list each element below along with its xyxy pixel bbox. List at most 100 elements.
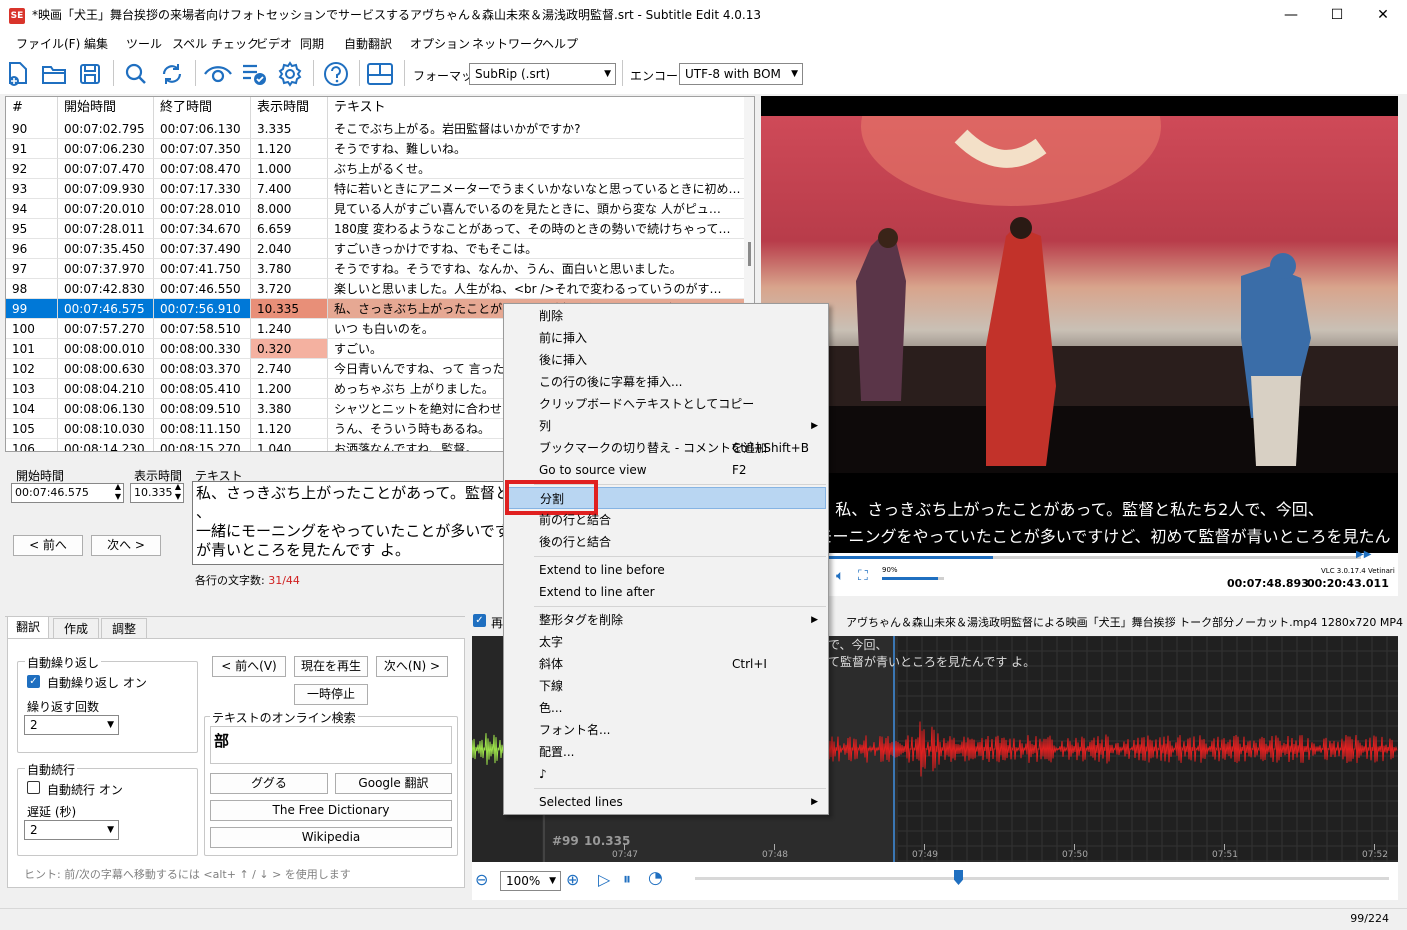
repeat-count-select[interactable]: 2 ▼ — [24, 715, 119, 735]
play-current-button[interactable]: 現在を再生 — [294, 656, 368, 677]
subtitle-text-editor[interactable]: 私、さっきぶち上がったことがあって。監督と私たち 、 一緒にモーニングをやってい… — [192, 481, 506, 565]
waveform-checkbox[interactable]: ✓ — [473, 614, 486, 627]
online-search-input[interactable]: 部 — [210, 726, 452, 764]
volume-slider[interactable] — [882, 577, 944, 580]
speed-gauge-icon[interactable]: ◔ — [648, 868, 663, 888]
table-row[interactable]: 90 00:07:02.795 00:07:06.130 3.335 そこでぶち上がる。… — [6, 119, 746, 139]
autorepeat-checkbox[interactable]: ✓ — [27, 675, 40, 688]
play-selection-icon[interactable]: ⏸ — [623, 869, 631, 889]
context-menu-item[interactable]: 斜体 Ctrl+I — [506, 653, 826, 675]
context-menu-item[interactable]: この行の後に字幕を挿入... — [506, 371, 826, 393]
context-menu-item[interactable]: 分割 — [505, 480, 826, 515]
table-row[interactable]: 96 00:07:35.450 00:07:37.490 2.040 すごいきっかけです… — [6, 239, 746, 259]
layout-icon[interactable] — [366, 60, 394, 88]
context-menu-item[interactable]: フォント名... — [506, 719, 826, 741]
menu-file[interactable]: ファイル(F) — [16, 35, 80, 52]
context-menu-item[interactable]: 下線 — [506, 675, 826, 697]
zoom-select[interactable]: 100% ▼ — [500, 871, 561, 891]
table-row[interactable]: 95 00:07:28.011 00:07:34.670 6.659 180度 変わるよ… — [6, 219, 746, 239]
delay-select[interactable]: 2 ▼ — [24, 820, 119, 840]
table-row[interactable]: 97 00:07:37.970 00:07:41.750 3.780 そうですね。そうで… — [6, 259, 746, 279]
close-button[interactable]: ✕ — [1360, 0, 1406, 32]
encoding-select[interactable]: UTF-8 with BOM ▼ — [679, 63, 803, 85]
column-header-end[interactable]: 終了時間 — [154, 97, 251, 119]
translate-prev-button[interactable]: < 前へ(V) — [212, 656, 286, 677]
menu-network[interactable]: ネットワーク — [472, 35, 544, 52]
spin-arrows-icon[interactable]: ▲ ▼ — [115, 482, 121, 502]
replace-icon[interactable] — [158, 60, 186, 88]
context-menu-item[interactable]: 色... — [506, 697, 826, 719]
new-file-icon[interactable] — [4, 60, 32, 88]
visual-sync-icon[interactable] — [202, 60, 234, 88]
table-row[interactable]: 98 00:07:42.830 00:07:46.550 3.720 楽しいと思いました… — [6, 279, 746, 299]
volume-icon[interactable]: 🔈︎ — [836, 568, 844, 584]
google-translate-button[interactable]: Google 翻訳 — [335, 773, 452, 794]
context-menu-item[interactable]: 前に挿入 — [506, 327, 826, 349]
wikipedia-button[interactable]: Wikipedia — [210, 827, 452, 848]
fullscreen-icon[interactable]: ⛶ — [858, 568, 868, 584]
menu-options[interactable]: オプション — [410, 35, 470, 52]
context-menu-item[interactable]: 列 ▶ — [506, 415, 826, 437]
context-menu-item[interactable]: 前の行と結合 — [506, 509, 826, 531]
column-header-text[interactable]: テキスト — [328, 97, 746, 119]
menu-tools[interactable]: ツール — [126, 35, 162, 52]
google-search-button[interactable]: ググる — [210, 773, 328, 794]
tab-create[interactable]: 作成 — [53, 618, 99, 640]
format-select[interactable]: SubRip (.srt) ▼ — [469, 63, 616, 85]
next-button[interactable]: 次へ > — [91, 535, 161, 556]
spellcheck-icon[interactable] — [240, 60, 268, 88]
zoom-in-icon[interactable]: ⊕ — [566, 870, 579, 889]
column-header-duration[interactable]: 表示時間 — [251, 97, 328, 119]
row-end-time: 00:07:28.010 — [154, 199, 251, 219]
menu-video[interactable]: ビデオ — [256, 35, 292, 52]
column-header-number[interactable]: # — [6, 97, 58, 119]
duration-input[interactable]: 10.335 ▲ ▼ — [130, 482, 184, 503]
table-row[interactable]: 91 00:07:06.230 00:07:07.350 1.120 そうですね、難しい… — [6, 139, 746, 159]
fast-forward-icon[interactable]: ▶▶ — [1356, 549, 1371, 560]
table-row[interactable]: 94 00:07:20.010 00:07:28.010 8.000 見ている人がすごい… — [6, 199, 746, 219]
waveform-position-slider[interactable] — [695, 877, 1389, 880]
prev-button[interactable]: < 前へ — [13, 535, 83, 556]
context-menu-item[interactable]: Extend to line after — [506, 581, 826, 603]
pause-button[interactable]: 一時停止 — [294, 684, 368, 705]
menu-autotranslate[interactable]: 自動翻訳 — [344, 35, 392, 52]
context-menu-item[interactable]: Extend to line before — [506, 559, 826, 581]
search-icon[interactable] — [122, 60, 150, 88]
spin-arrows-icon[interactable]: ▲ ▼ — [175, 482, 181, 502]
context-menu-item[interactable]: 削除 — [506, 305, 826, 327]
free-dictionary-button[interactable]: The Free Dictionary — [210, 800, 452, 821]
table-row[interactable]: 93 00:07:09.930 00:07:17.330 7.400 特に若いときにアニ… — [6, 179, 746, 199]
tab-adjust[interactable]: 調整 — [101, 618, 147, 640]
save-icon[interactable] — [76, 60, 104, 88]
menu-edit[interactable]: 編集 — [84, 35, 108, 52]
context-menu-item[interactable]: Go to source view F2 — [506, 459, 826, 481]
column-header-start[interactable]: 開始時間 — [58, 97, 154, 119]
translate-next-button[interactable]: 次へ(N) > — [376, 656, 448, 677]
context-menu-item[interactable]: ♪ — [506, 763, 826, 785]
minimize-button[interactable]: — — [1268, 0, 1314, 32]
start-time-input[interactable]: 00:07:46.575 ▲ ▼ — [11, 482, 124, 503]
context-menu-item[interactable]: 後に挿入 — [506, 349, 826, 371]
menu-sync[interactable]: 同期 — [300, 35, 324, 52]
help-icon[interactable] — [322, 60, 350, 88]
maximize-button[interactable]: ☐ — [1314, 0, 1360, 32]
menu-help[interactable]: ヘルプ — [542, 35, 578, 52]
context-menu-item[interactable]: 太字 — [506, 631, 826, 653]
table-row[interactable]: 92 00:07:07.470 00:07:08.470 1.000 ぶち上がるくせ。 — [6, 159, 746, 179]
settings-gear-icon[interactable] — [276, 60, 304, 88]
autocontinue-checkbox[interactable] — [27, 781, 40, 794]
play-icon[interactable]: ▷ — [598, 870, 610, 889]
context-menu-item[interactable]: ブックマークの切り替え - コメントを追加 Ctrl+Shift+B — [506, 437, 826, 459]
zoom-out-icon[interactable]: ⊖ — [475, 870, 488, 889]
context-menu-item[interactable]: Selected lines ▶ — [506, 791, 826, 813]
tab-translate[interactable]: 翻訳 — [7, 616, 49, 638]
video-seek-track[interactable] — [771, 556, 1361, 559]
scrollbar-thumb[interactable] — [748, 242, 751, 266]
context-menu-item[interactable]: 配置... — [506, 741, 826, 763]
context-menu-item[interactable]: 整形タグを削除 ▶ — [506, 609, 826, 631]
context-menu-item[interactable]: クリップボードへテキストとしてコピー — [506, 393, 826, 415]
menu-spellcheck[interactable]: スペル チェック — [172, 35, 259, 52]
video-player[interactable]: 私、さっきぶち上がったことがあって。監督と私たち2人で、今回、 一緒にモーニング… — [761, 96, 1398, 553]
open-folder-icon[interactable] — [40, 60, 68, 88]
context-menu-item[interactable]: 後の行と結合 — [506, 531, 826, 553]
